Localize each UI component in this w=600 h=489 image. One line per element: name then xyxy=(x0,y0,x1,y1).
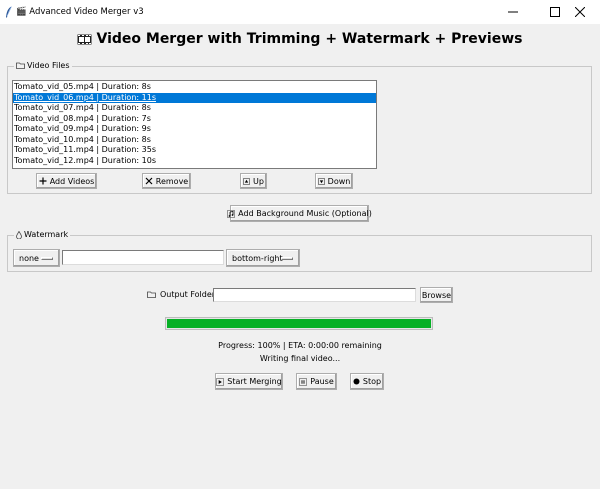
pause-button[interactable]: Pause xyxy=(296,373,337,390)
arrow-down-icon xyxy=(317,177,325,185)
watermark-position-select[interactable]: bottom-right xyxy=(226,249,300,267)
list-item[interactable]: Tomato_vid_07.mp4 | Duration: 8s xyxy=(13,103,376,114)
progress-message: Writing final video... xyxy=(259,354,341,363)
output-folder-input[interactable] xyxy=(213,288,416,302)
film-icon xyxy=(77,34,92,45)
maximize-icon xyxy=(550,7,560,17)
browse-button[interactable]: Browse xyxy=(420,287,453,303)
dropdown-indicator-icon xyxy=(41,257,53,260)
watermark-text-input[interactable] xyxy=(62,250,224,265)
progress-bar xyxy=(165,317,433,330)
list-item[interactable]: Tomato_vid_12.mp4 | Duration: 10s xyxy=(13,156,376,167)
watermark-mode-select[interactable]: none xyxy=(13,249,60,267)
add-music-button[interactable]: Add Background Music (Optional) xyxy=(227,205,372,222)
remove-x-icon xyxy=(145,177,153,185)
close-icon xyxy=(575,7,585,17)
minimize-icon xyxy=(508,11,518,13)
close-button[interactable] xyxy=(560,0,600,24)
feather-icon xyxy=(6,6,12,18)
title-bar: 🎬 Advanced Video Merger v3 xyxy=(0,0,600,24)
droplet-icon xyxy=(16,230,22,239)
stop-button[interactable]: Stop xyxy=(350,373,384,390)
folder-icon xyxy=(16,62,25,69)
list-item[interactable]: Tomato_vid_09.mp4 | Duration: 9s xyxy=(13,124,376,135)
plus-icon xyxy=(39,177,47,185)
list-item[interactable]: Tomato_vid_10.mp4 | Duration: 8s xyxy=(13,135,376,146)
list-item[interactable]: Tomato_vid_05.mp4 | Duration: 8s xyxy=(13,82,376,93)
window-title: 🎬 Advanced Video Merger v3 xyxy=(16,7,144,17)
page-title: Video Merger with Trimming + Watermark +… xyxy=(0,31,600,47)
start-merging-button[interactable]: Start Merging xyxy=(215,373,283,390)
list-item[interactable]: Tomato_vid_06.mp4 | Duration: 11s xyxy=(13,92,376,103)
folder-icon xyxy=(147,291,156,298)
video-list[interactable]: Tomato_vid_05.mp4 | Duration: 8s Tomato_v… xyxy=(12,80,377,169)
video-files-legend: Video Files xyxy=(14,61,72,70)
progress-bar-fill xyxy=(167,319,431,328)
stop-icon xyxy=(353,378,360,385)
output-folder-label: Output Folder xyxy=(147,290,215,299)
page-title-text: Video Merger with Trimming + Watermark +… xyxy=(96,31,523,47)
music-note-icon xyxy=(227,209,235,218)
minimize-button[interactable] xyxy=(493,0,533,24)
list-item[interactable]: Tomato_vid_11.mp4 | Duration: 35s xyxy=(13,145,376,156)
dropdown-indicator-icon xyxy=(281,257,293,260)
pause-icon xyxy=(299,377,308,386)
progress-status: Progress: 100% | ETA: 0:00:00 remaining xyxy=(218,341,382,350)
watermark-legend: Watermark xyxy=(14,230,71,239)
move-up-button[interactable]: Up xyxy=(240,173,267,189)
remove-button[interactable]: Remove xyxy=(142,173,191,189)
arrow-up-icon xyxy=(243,177,250,185)
list-item[interactable]: Tomato_vid_08.mp4 | Duration: 7s xyxy=(13,114,376,125)
play-icon xyxy=(216,377,225,386)
move-down-button[interactable]: Down xyxy=(315,173,353,189)
add-videos-button[interactable]: Add Videos xyxy=(36,173,97,189)
